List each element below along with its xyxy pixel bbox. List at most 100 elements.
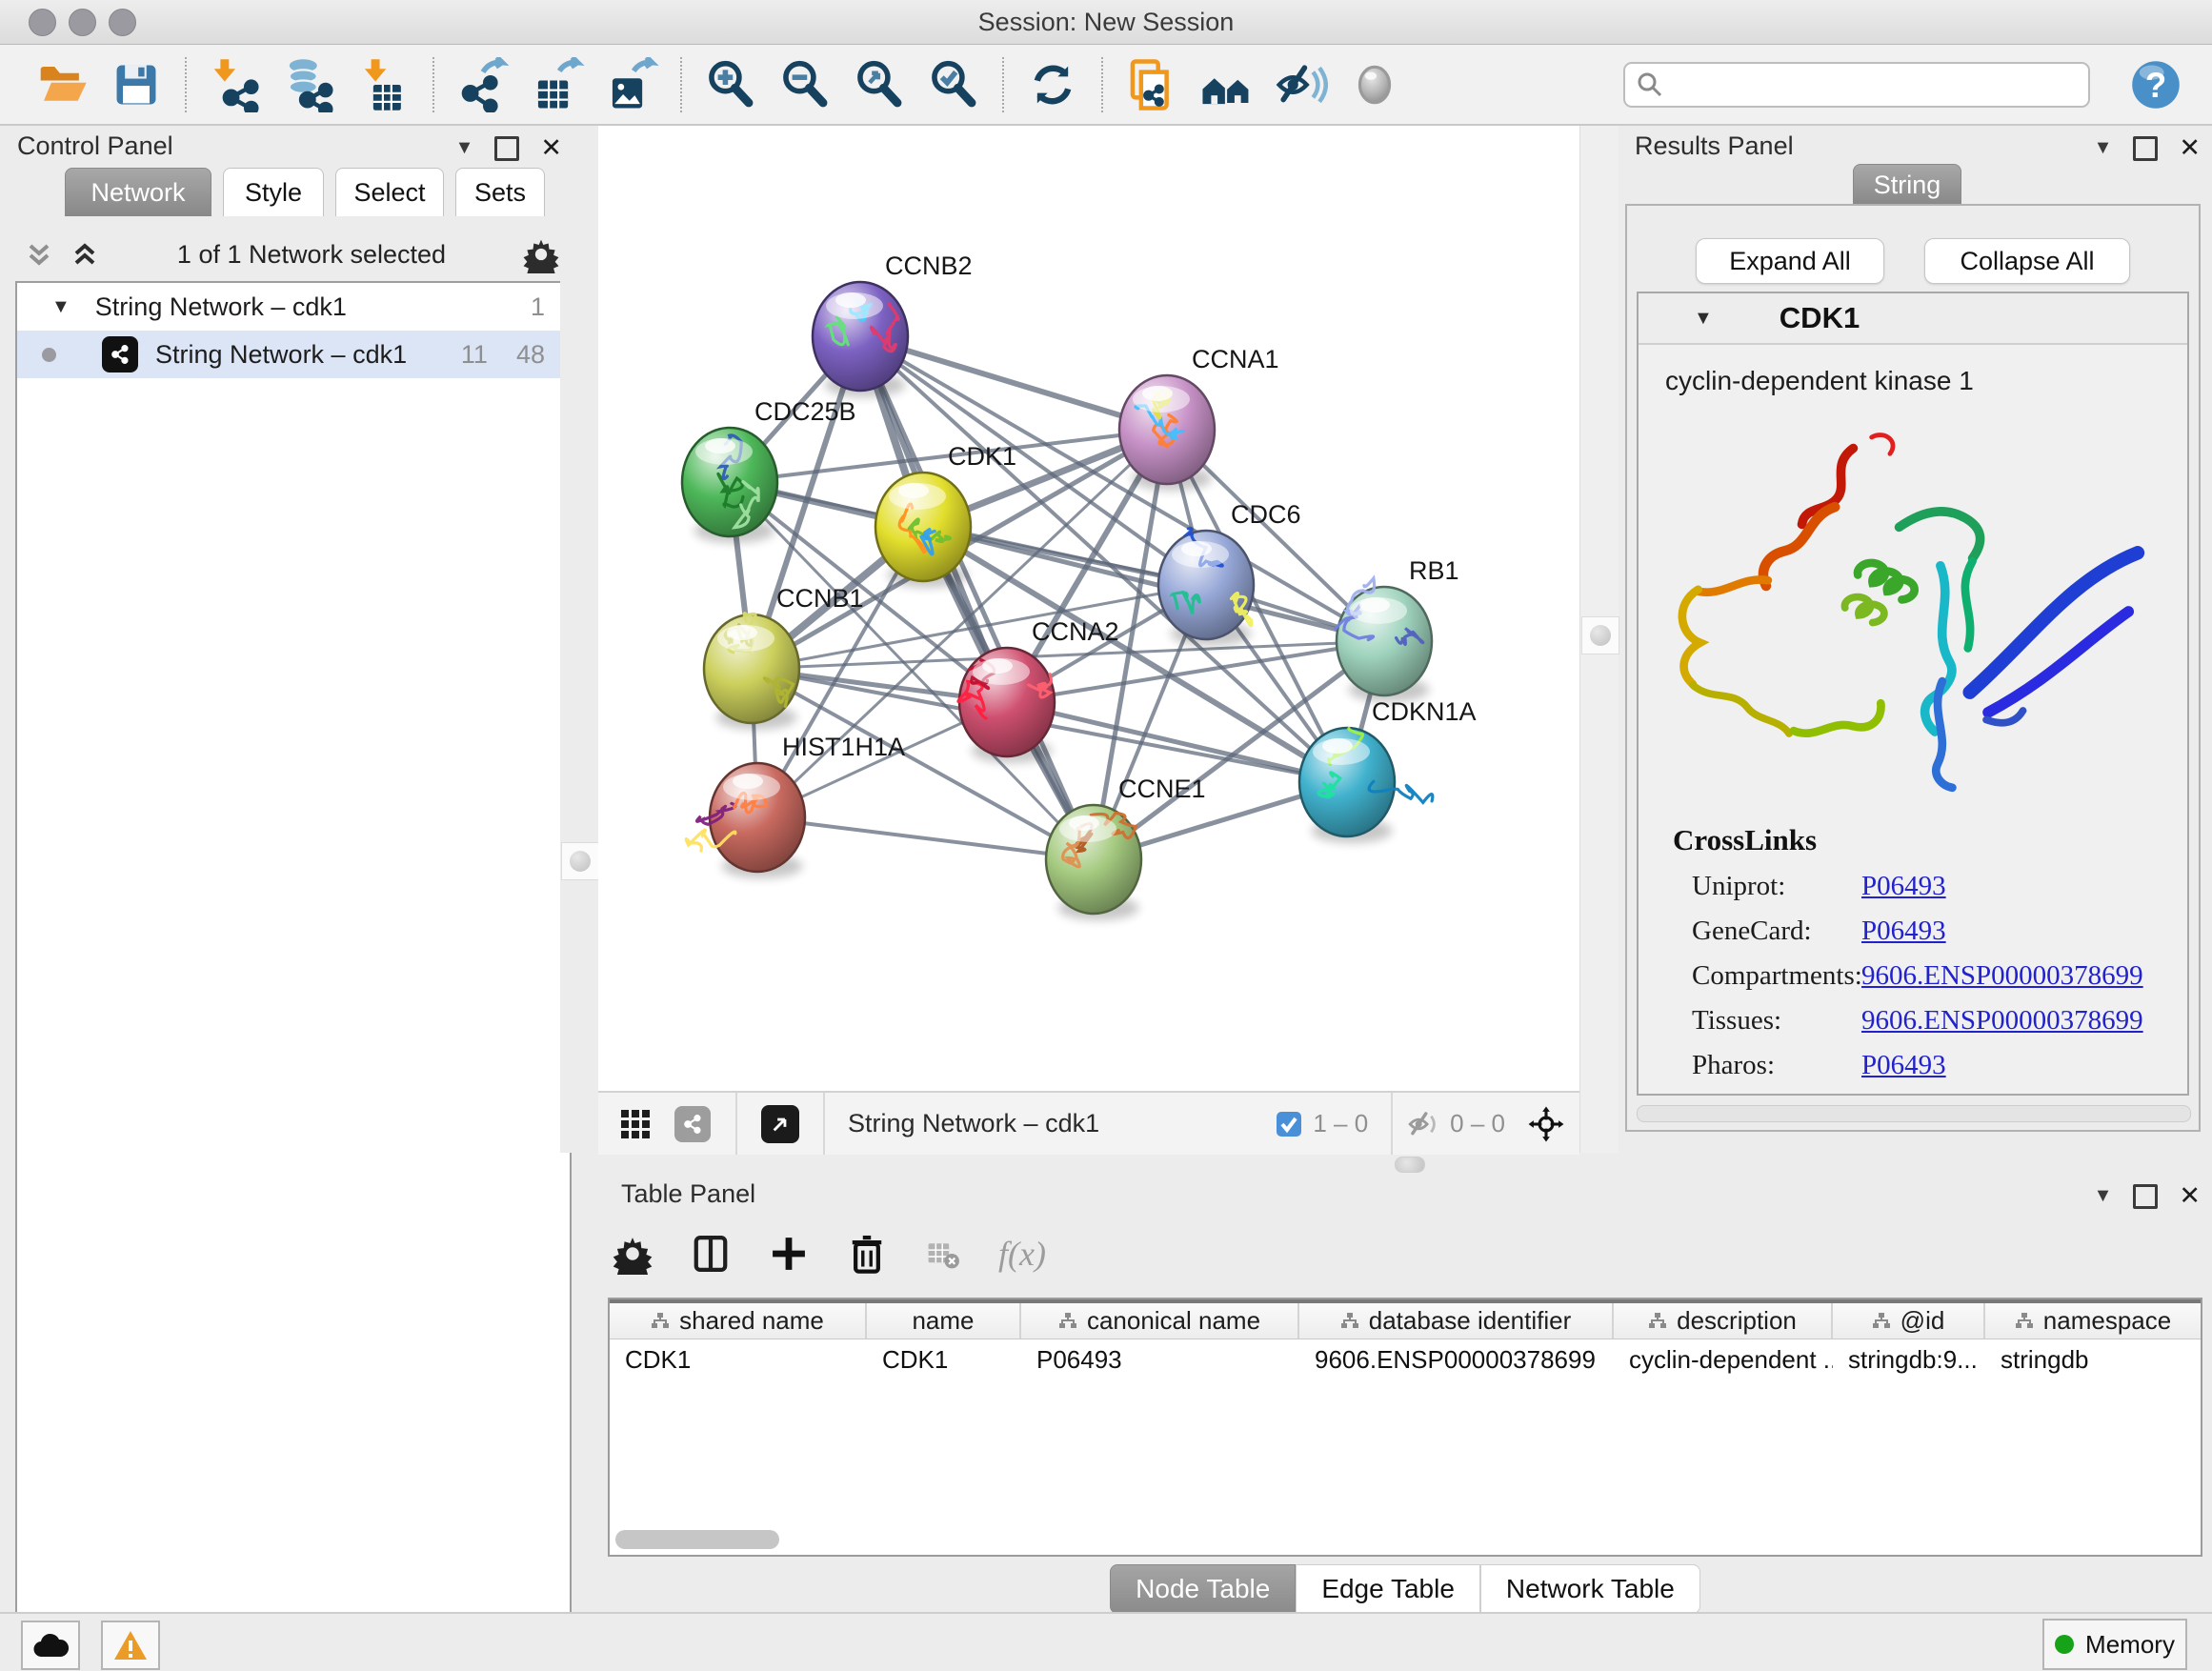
selected-checkbox-icon[interactable] [1275, 1110, 1303, 1138]
node-HIST1H1A[interactable]: HIST1H1A [686, 733, 905, 878]
table-settings-gear-icon[interactable] [612, 1233, 654, 1275]
add-column-icon[interactable] [768, 1233, 810, 1275]
search-input[interactable] [1623, 62, 2090, 108]
expand-all-chevron-icon[interactable] [69, 238, 101, 271]
genecard-link[interactable]: P06493 [1861, 916, 1946, 947]
compartments-link[interactable]: 9606.ENSP00000378699 [1861, 960, 2143, 992]
node-CDKN1A[interactable]: CDKN1A [1299, 697, 1477, 843]
cell-shared-name[interactable]: CDK1 [610, 1339, 867, 1379]
pan-mode-button[interactable] [1522, 1100, 1570, 1148]
node-CCNE1[interactable]: CCNE1 [1046, 775, 1206, 920]
warning-status-button[interactable] [101, 1621, 160, 1670]
hide-selected-button[interactable] [1271, 55, 1330, 114]
collapse-all-chevron-icon[interactable] [23, 238, 55, 271]
network-canvas[interactable]: CCNB2CCNA1CDC25BCDK1CDC6RB1CCNB1CCNA2CDK… [598, 126, 1579, 1091]
save-session-button[interactable] [107, 55, 166, 114]
grid-mode-button[interactable] [613, 1102, 657, 1146]
cell-database-identifier[interactable]: 9606.ENSP00000378699 [1299, 1339, 1614, 1379]
tab-edge-table[interactable]: Edge Table [1296, 1564, 1480, 1614]
show-all-button[interactable] [1196, 55, 1256, 114]
edge-CCNB2-CCNE1[interactable] [860, 336, 1094, 859]
column-header-name[interactable]: name [867, 1303, 1021, 1339]
collapse-panel-icon[interactable]: ▼ [2094, 1185, 2113, 1207]
cloud-status-button[interactable] [21, 1621, 80, 1670]
float-panel-icon[interactable] [2133, 1184, 2158, 1209]
network-graph[interactable]: CCNB2CCNA1CDC25BCDK1CDC6RB1CCNB1CCNA2CDK… [598, 126, 1579, 1091]
node-CCNB1[interactable]: CCNB1 [704, 584, 864, 730]
network-collection-row[interactable]: ▼ String Network – cdk1 1 [17, 283, 570, 331]
collapse-panel-icon[interactable]: ▼ [2094, 137, 2113, 159]
refresh-layout-button[interactable] [1023, 55, 1082, 114]
cell-description[interactable]: cyclin-dependent ... [1614, 1339, 1833, 1379]
column-header-canonical-name[interactable]: canonical name [1021, 1303, 1299, 1339]
tab-style[interactable]: Style [223, 168, 324, 216]
column-header-database-identifier[interactable]: database identifier [1299, 1303, 1614, 1339]
delete-column-trash-icon[interactable] [846, 1233, 888, 1275]
titlebar: Session: New Session [0, 0, 2212, 45]
expand-all-button[interactable]: Expand All [1696, 238, 1884, 284]
close-panel-icon[interactable]: ✕ [540, 133, 562, 163]
birdseye-view-button[interactable] [758, 1102, 802, 1146]
import-table-file-button[interactable] [354, 55, 413, 114]
cell-name[interactable]: CDK1 [867, 1339, 1021, 1379]
node-RB1[interactable]: RB1 [1336, 556, 1459, 702]
section-collapse-icon[interactable]: ▼ [1694, 308, 1713, 330]
import-network-database-button[interactable] [280, 55, 339, 114]
float-panel-icon[interactable] [494, 136, 519, 161]
open-session-button[interactable] [32, 55, 91, 114]
column-header-id[interactable]: @id [1833, 1303, 1985, 1339]
left-splitter[interactable] [560, 126, 598, 1153]
left-splitter-grip[interactable] [561, 842, 599, 880]
results-horizontal-scrollbar[interactable] [1637, 1105, 2191, 1122]
tab-network[interactable]: Network [65, 168, 211, 216]
network-share-view-button[interactable] [671, 1102, 714, 1146]
bottom-splitter-grip[interactable] [1395, 1157, 1425, 1173]
clone-network-button[interactable] [1122, 55, 1181, 114]
column-header-namespace[interactable]: namespace [1985, 1303, 2201, 1339]
right-splitter-grip[interactable] [1581, 616, 1619, 654]
graphics-details-button[interactable] [1345, 55, 1404, 114]
import-network-file-button[interactable] [206, 55, 265, 114]
gear-icon[interactable] [522, 235, 560, 273]
zoom-out-button[interactable] [775, 55, 835, 114]
cell-namespace[interactable]: stringdb [1985, 1339, 2201, 1379]
edge-HIST1H1A-CCNE1[interactable] [757, 817, 1094, 859]
memory-button[interactable]: Memory [2042, 1619, 2187, 1670]
tab-node-table[interactable]: Node Table [1110, 1564, 1296, 1614]
export-network-button[interactable] [453, 55, 513, 114]
tab-select[interactable]: Select [335, 168, 444, 216]
show-columns-icon[interactable] [690, 1233, 732, 1275]
pharos-link[interactable]: P06493 [1861, 1050, 1946, 1081]
help-button[interactable]: ? [2126, 55, 2185, 114]
zoom-in-button[interactable] [701, 55, 760, 114]
right-splitter[interactable] [1579, 126, 1619, 1153]
eye-slash-icon [1273, 57, 1328, 112]
tab-sets[interactable]: Sets [455, 168, 545, 216]
cell-canonical-name[interactable]: P06493 [1021, 1339, 1299, 1379]
node-CCNA1[interactable]: CCNA1 [1119, 345, 1279, 491]
tree-expand-icon[interactable]: ▼ [51, 296, 70, 318]
export-image-button[interactable] [602, 55, 661, 114]
uniprot-link[interactable]: P06493 [1861, 871, 1946, 902]
table-row[interactable]: CDK1 CDK1 P06493 9606.ENSP00000378699 cy… [610, 1339, 2201, 1379]
zoom-selected-button[interactable] [924, 55, 983, 114]
collapse-all-button[interactable]: Collapse All [1924, 238, 2130, 284]
tab-network-table[interactable]: Network Table [1480, 1564, 1700, 1614]
close-panel-icon[interactable]: ✕ [2179, 133, 2201, 163]
cell-id[interactable]: stringdb:9... [1833, 1339, 1985, 1379]
float-panel-icon[interactable] [2133, 136, 2158, 161]
tissues-link[interactable]: 9606.ENSP00000378699 [1861, 1005, 2143, 1037]
column-header-shared-name[interactable]: shared name [610, 1303, 867, 1339]
tab-string[interactable]: String [1853, 164, 1961, 205]
column-header-description[interactable]: description [1614, 1303, 1833, 1339]
gene-section-header[interactable]: ▼ CDK1 [1639, 293, 2187, 345]
hidden-eye-icon[interactable] [1406, 1107, 1440, 1141]
node-CCNB2[interactable]: CCNB2 [813, 252, 973, 397]
edge-CCNA2-CDKN1A[interactable] [1007, 702, 1347, 782]
close-panel-icon[interactable]: ✕ [2179, 1181, 2201, 1211]
zoom-fit-button[interactable] [850, 55, 909, 114]
export-table-button[interactable] [528, 55, 587, 114]
network-row-selected[interactable]: String Network – cdk1 11 48 [17, 331, 570, 378]
table-horizontal-scrollbar[interactable] [615, 1530, 779, 1549]
collapse-panel-icon[interactable]: ▼ [455, 137, 474, 159]
